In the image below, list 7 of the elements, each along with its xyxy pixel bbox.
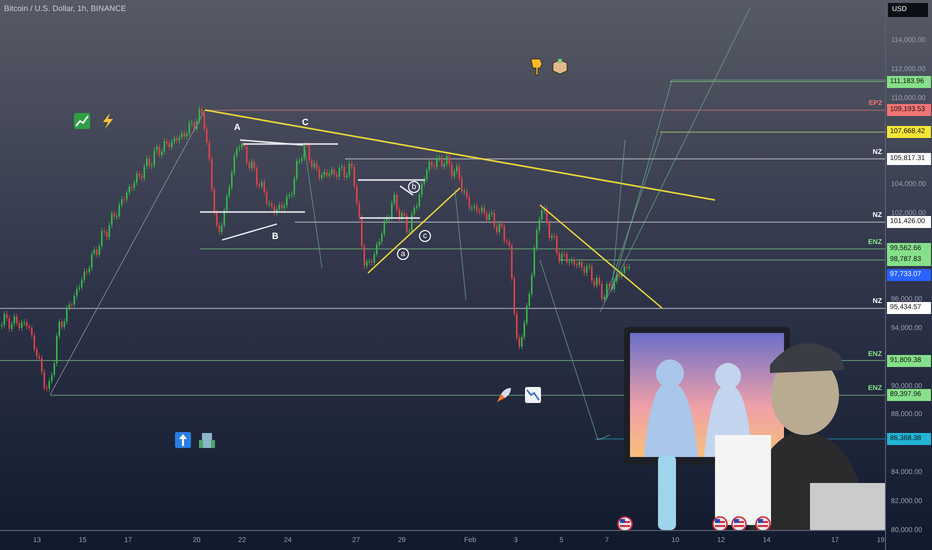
wave-label: A [234,122,240,132]
chart-title: Bitcoin / U.S. Dollar, 1h, BINANCE [4,3,126,15]
wave-label: C [302,117,308,127]
wave-label: a [397,248,409,260]
wave-label: c [419,230,431,242]
wave-label: b [408,181,420,193]
wave-label: B [272,231,278,241]
